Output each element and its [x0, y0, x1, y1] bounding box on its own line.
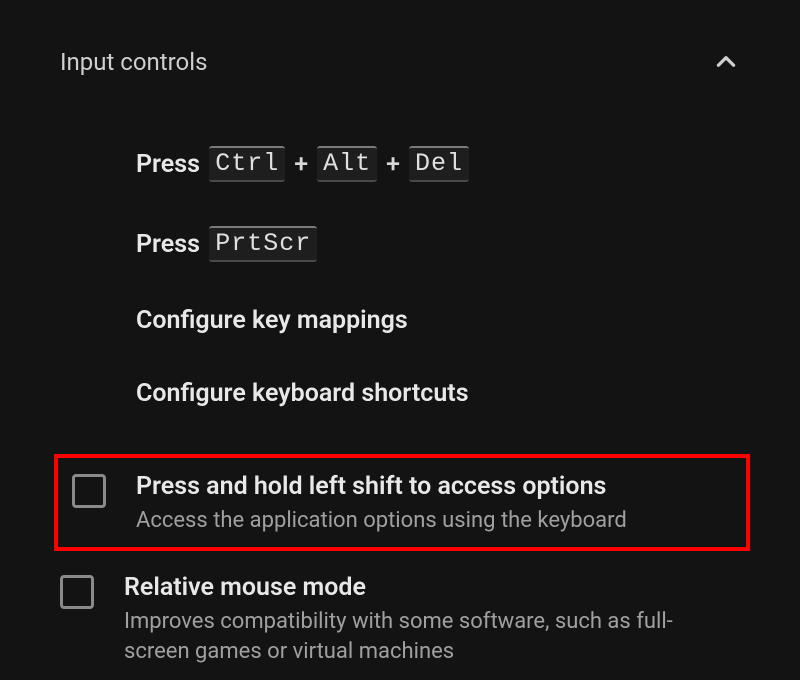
option-title: Press and hold left shift to access opti…	[136, 470, 732, 504]
label-prefix: Press	[136, 150, 200, 179]
option-subtitle: Improves compatibility with some softwar…	[124, 607, 726, 666]
press-prtscr-action[interactable]: Press PrtScr	[136, 204, 740, 284]
item-label: Configure keyboard shortcuts	[136, 379, 469, 408]
option-text: Press and hold left shift to access opti…	[136, 470, 732, 535]
key-ctrl: Ctrl	[209, 146, 285, 182]
checkbox[interactable]	[72, 474, 106, 508]
option-text: Relative mouse mode Improves compatibili…	[124, 571, 726, 666]
plus-icon: +	[294, 150, 308, 179]
shift-access-option[interactable]: Press and hold left shift to access opti…	[64, 466, 740, 539]
configure-key-mappings-action[interactable]: Configure key mappings	[136, 284, 740, 357]
section-header[interactable]: Input controls	[60, 48, 740, 76]
item-label: Configure key mappings	[136, 306, 408, 335]
key-alt: Alt	[317, 146, 377, 182]
section-title: Input controls	[60, 48, 207, 76]
option-title: Relative mouse mode	[124, 571, 726, 605]
chevron-up-icon	[712, 48, 740, 76]
relative-mouse-option[interactable]: Relative mouse mode Improves compatibili…	[60, 559, 740, 678]
highlight-annotation: Press and hold left shift to access opti…	[54, 454, 750, 551]
option-subtitle: Access the application options using the…	[136, 506, 732, 536]
label-prefix: Press	[136, 230, 200, 259]
items-list: Press Ctrl + Alt + Del Press PrtScr Conf…	[60, 124, 740, 679]
plus-icon: +	[386, 150, 400, 179]
checkbox[interactable]	[60, 575, 94, 609]
configure-keyboard-shortcuts-action[interactable]: Configure keyboard shortcuts	[136, 357, 740, 430]
press-ctrl-alt-del-action[interactable]: Press Ctrl + Alt + Del	[136, 124, 740, 204]
key-prtscr: PrtScr	[209, 226, 317, 262]
input-controls-panel: Input controls Press Ctrl + Alt + Del Pr…	[0, 0, 800, 679]
key-del: Del	[409, 146, 469, 182]
